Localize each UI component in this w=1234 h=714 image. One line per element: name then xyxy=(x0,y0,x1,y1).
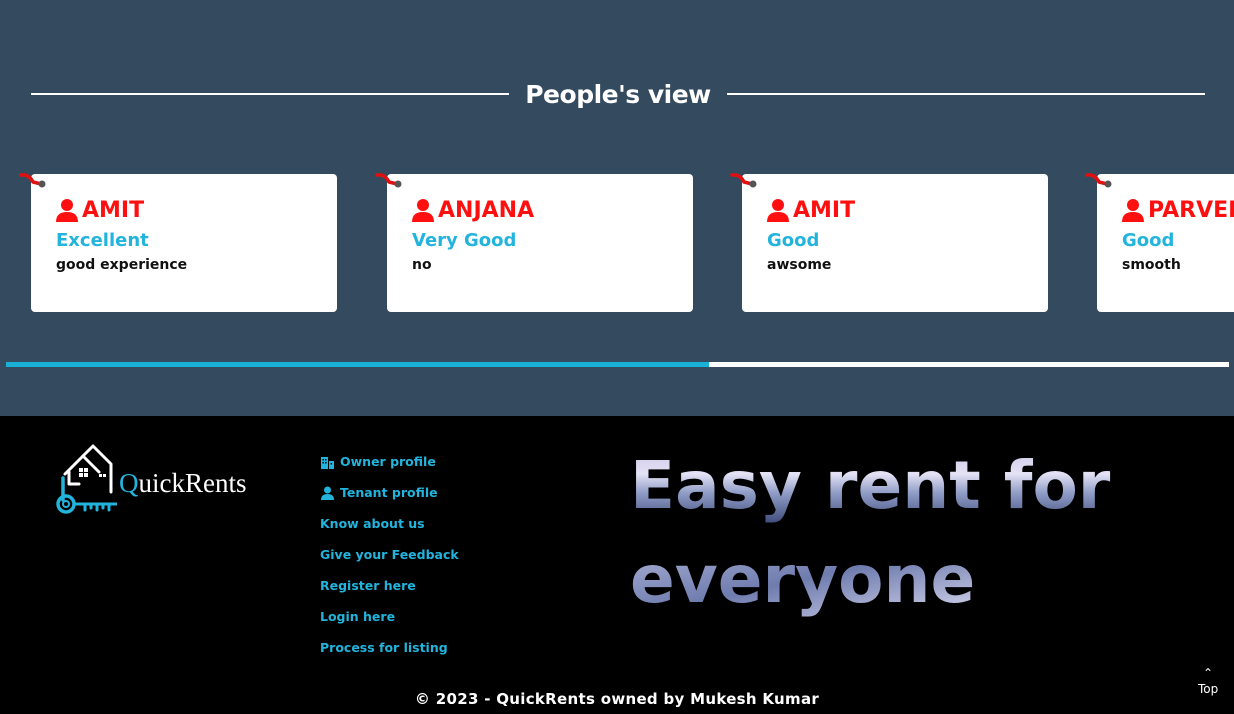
reviewer-name: ANJANA xyxy=(438,197,535,223)
user-icon xyxy=(412,199,434,222)
review-comment: awsome xyxy=(767,257,832,273)
reviewer-name: PARVEEN xyxy=(1148,197,1234,223)
review-card: ANJANA Very Good no xyxy=(375,173,693,312)
user-icon xyxy=(767,199,789,222)
user-icon xyxy=(1122,199,1144,222)
hero-tagline: Easy rent for everyone xyxy=(630,447,1111,618)
heading-divider-right xyxy=(726,93,1205,95)
quickrents-logo[interactable]: QuickRents xyxy=(55,444,250,516)
reviewer-row: ANJANA xyxy=(412,196,668,224)
reviewer-row: AMIT xyxy=(56,196,312,224)
login-link[interactable]: Login here xyxy=(320,601,459,632)
know-about-us-link[interactable]: Know about us xyxy=(320,508,459,539)
register-link[interactable]: Register here xyxy=(320,570,459,601)
section-heading-row: People's view xyxy=(31,74,1205,114)
pin-icon xyxy=(730,173,757,188)
review-rating: Good xyxy=(1122,230,1175,251)
reviewer-row: AMIT xyxy=(767,196,1023,224)
footer-links: Owner profile Tenant profile Know about … xyxy=(320,446,459,663)
give-feedback-link[interactable]: Give your Feedback xyxy=(320,539,459,570)
building-icon xyxy=(321,456,334,469)
tenant-profile-link[interactable]: Tenant profile xyxy=(320,477,459,508)
link-label: Tenant profile xyxy=(340,485,438,500)
site-footer: QuickRents Owner profile Tenant profile … xyxy=(0,416,1234,714)
chevron-up-icon: ⌃ xyxy=(1202,666,1214,680)
house-key-logo-icon xyxy=(56,444,117,514)
link-label: Owner profile xyxy=(340,454,436,469)
review-card: AMIT Good awsome xyxy=(730,173,1048,312)
logo-wordmark: QuickRents xyxy=(119,467,247,498)
review-comment: no xyxy=(412,257,432,273)
review-rating: Very Good xyxy=(412,230,517,251)
reviewer-name: AMIT xyxy=(793,197,856,223)
reviewer-name: AMIT xyxy=(82,197,145,223)
carousel-progress-bar[interactable] xyxy=(6,362,1229,367)
back-to-top-label: Top xyxy=(1198,682,1219,696)
user-icon xyxy=(321,486,334,500)
process-for-listing-link[interactable]: Process for listing xyxy=(320,632,459,663)
review-rating: Excellent xyxy=(56,230,149,251)
hero-line-1: Easy rent for xyxy=(630,447,1111,524)
peoples-view-section: People's view AMIT Excellent good experi… xyxy=(0,0,1234,416)
owner-profile-link[interactable]: Owner profile xyxy=(320,446,459,477)
section-title: People's view xyxy=(525,79,711,109)
copyright-text: © 2023 - QuickRents owned by Mukesh Kuma… xyxy=(414,690,820,708)
back-to-top-button[interactable]: ⌃ Top xyxy=(1198,666,1218,696)
pin-icon xyxy=(1085,173,1112,188)
review-card: AMIT Excellent good experience xyxy=(19,173,337,312)
review-comment: smooth xyxy=(1122,257,1181,273)
review-rating: Good xyxy=(767,230,820,251)
carousel-progress-fill xyxy=(6,362,710,367)
pin-icon xyxy=(375,173,402,188)
review-comment: good experience xyxy=(56,257,188,273)
review-card: PARVEEN Good smooth xyxy=(1085,173,1234,312)
user-icon xyxy=(56,199,78,222)
reviewer-row: PARVEEN xyxy=(1122,196,1234,224)
pin-icon xyxy=(19,173,46,188)
heading-divider-left xyxy=(31,93,510,95)
hero-line-2: everyone xyxy=(630,541,975,618)
